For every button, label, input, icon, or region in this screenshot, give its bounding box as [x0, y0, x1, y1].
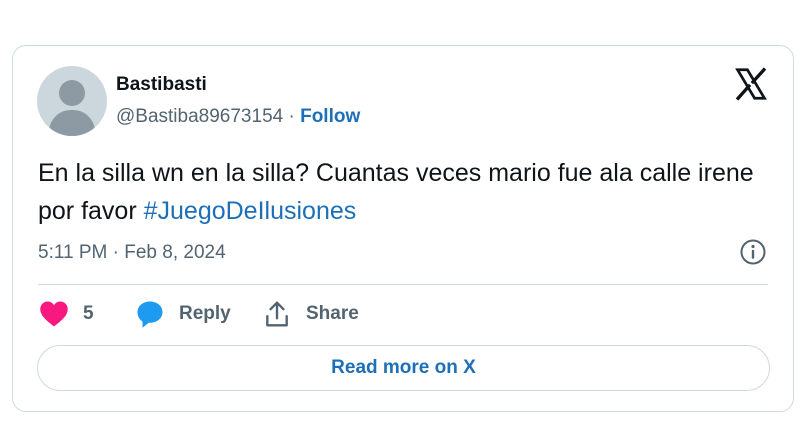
heart-icon	[40, 301, 68, 327]
handle-separator: ·	[283, 106, 301, 127]
tweet-embed-card: Bastibasti @Bastiba89673154 · Follow En …	[12, 45, 794, 412]
avatar[interactable]	[37, 66, 107, 136]
tweet-timestamp[interactable]: 5:11 PM · Feb 8, 2024	[38, 242, 226, 264]
share-icon	[266, 301, 288, 327]
author-handle-line: @Bastiba89673154 · Follow	[116, 106, 360, 128]
reply-bubble-icon	[137, 301, 163, 328]
divider	[38, 284, 768, 285]
share-button[interactable]: Share	[264, 296, 359, 332]
info-icon[interactable]	[739, 238, 767, 266]
follow-link[interactable]: Follow	[300, 106, 360, 127]
read-more-button[interactable]: Read more on X	[37, 345, 770, 391]
reply-label: Reply	[179, 303, 231, 324]
x-logo-icon[interactable]	[733, 66, 769, 102]
tweet-text: En la silla wn en la silla? Cuantas vece…	[38, 154, 768, 230]
author-handle[interactable]: @Bastiba89673154	[116, 106, 283, 127]
hashtag-link[interactable]: #JuegoDeIlusiones	[144, 197, 357, 225]
like-count: 5	[83, 303, 94, 324]
like-button[interactable]: 5	[39, 296, 94, 332]
default-avatar-icon	[59, 80, 85, 106]
share-label: Share	[306, 303, 359, 324]
reply-button[interactable]: Reply	[135, 296, 231, 332]
author-display-name[interactable]: Bastibasti	[116, 74, 207, 96]
